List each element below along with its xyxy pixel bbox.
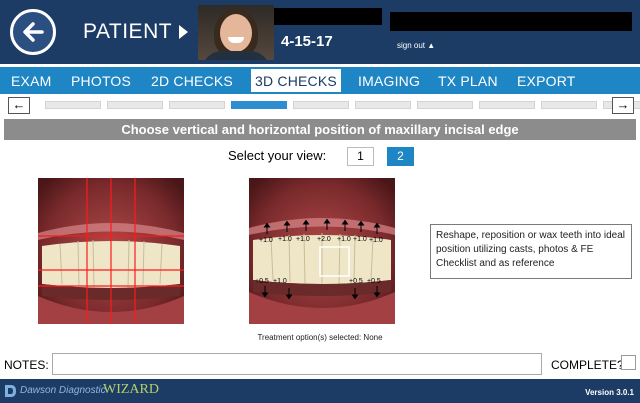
caret-right-icon[interactable] (179, 25, 188, 39)
next-step-button[interactable]: → (612, 97, 634, 114)
brand-wizard: WIZARD (103, 382, 159, 397)
tab-export[interactable]: EXPORT (517, 73, 576, 89)
redacted-patient-name (274, 8, 382, 25)
view-2-label-lower-left: +0.5 (255, 278, 269, 285)
notes-input[interactable] (52, 353, 542, 375)
view-2-label-upper-7: +1.0 (369, 237, 383, 244)
view-option-2[interactable]: 2 (387, 147, 414, 166)
view-2-label-lower-left-b: +1.0 (273, 278, 287, 285)
notes-label: NOTES: (4, 358, 49, 372)
treatment-summary: Treatment option(s) selected: None (257, 333, 383, 342)
view-2-label-lower-right: +0.5 (349, 278, 363, 285)
view-2-label-upper-1: +1.0 (259, 237, 273, 244)
tab-imaging[interactable]: IMAGING (358, 73, 420, 89)
tab-exam[interactable]: EXAM (11, 73, 51, 89)
patient-photo (198, 5, 274, 60)
progress-step[interactable] (107, 101, 163, 109)
tab-tx-plan[interactable]: TX PLAN (438, 73, 498, 89)
progress-step[interactable] (231, 101, 287, 109)
brand-name: Dawson Diagnostic (20, 385, 106, 396)
view-1-dental-photo[interactable] (38, 178, 184, 324)
view-option-1[interactable]: 1 (347, 147, 374, 166)
recommendation-box: Reshape, reposition or wax teeth into id… (430, 224, 632, 279)
view-2-label-upper-2: +1.0 (278, 236, 292, 243)
back-button[interactable] (10, 9, 56, 55)
view-2-label-upper-4: +2.0 (317, 236, 331, 243)
view-2-label-upper-5: +1.0 (337, 236, 351, 243)
patient-label[interactable]: PATIENT (83, 20, 172, 44)
tab-2d-checks[interactable]: 2D CHECKS (151, 73, 233, 89)
arrow-left-icon (23, 22, 44, 42)
view-2-label-lower-right-b: +0.5 (367, 278, 381, 285)
view-2-dental-photo[interactable]: +1.0 +1.0 +1.0 +2.0 +1.0 +1.0 +1.0 +0.5 … (249, 178, 395, 324)
progress-step[interactable] (45, 101, 101, 109)
dawson-logo-icon (5, 385, 16, 397)
previous-step-button[interactable]: ← (8, 97, 30, 114)
progress-step[interactable] (541, 101, 597, 109)
complete-checkbox[interactable] (621, 355, 636, 370)
app-header: PATIENT 4-15-17 sign out ▲ (0, 0, 640, 64)
tab-3d-checks[interactable]: 3D CHECKS (251, 69, 341, 92)
redacted-user-info (390, 12, 632, 31)
progress-step[interactable] (417, 101, 473, 109)
view-2-label-upper-3: +1.0 (296, 236, 310, 243)
progress-step[interactable] (355, 101, 411, 109)
progress-step[interactable] (169, 101, 225, 109)
exam-date: 4-15-17 (281, 33, 333, 50)
version-label: Version 3.0.1 (585, 388, 634, 397)
view-selector-label: Select your view: (228, 148, 327, 163)
main-nav: EXAM PHOTOS 2D CHECKS 3D CHECKS IMAGING … (0, 67, 640, 94)
view-2-label-upper-6: +1.0 (353, 236, 367, 243)
instruction-banner: Choose vertical and horizontal position … (4, 119, 636, 140)
progress-step[interactable] (293, 101, 349, 109)
tab-photos[interactable]: PHOTOS (71, 73, 131, 89)
sign-out-link[interactable]: sign out ▲ (397, 41, 435, 50)
app-footer: Dawson Diagnostic WIZARD Version 3.0.1 (0, 379, 640, 403)
complete-label: COMPLETE? (551, 358, 624, 372)
progress-step[interactable] (479, 101, 535, 109)
